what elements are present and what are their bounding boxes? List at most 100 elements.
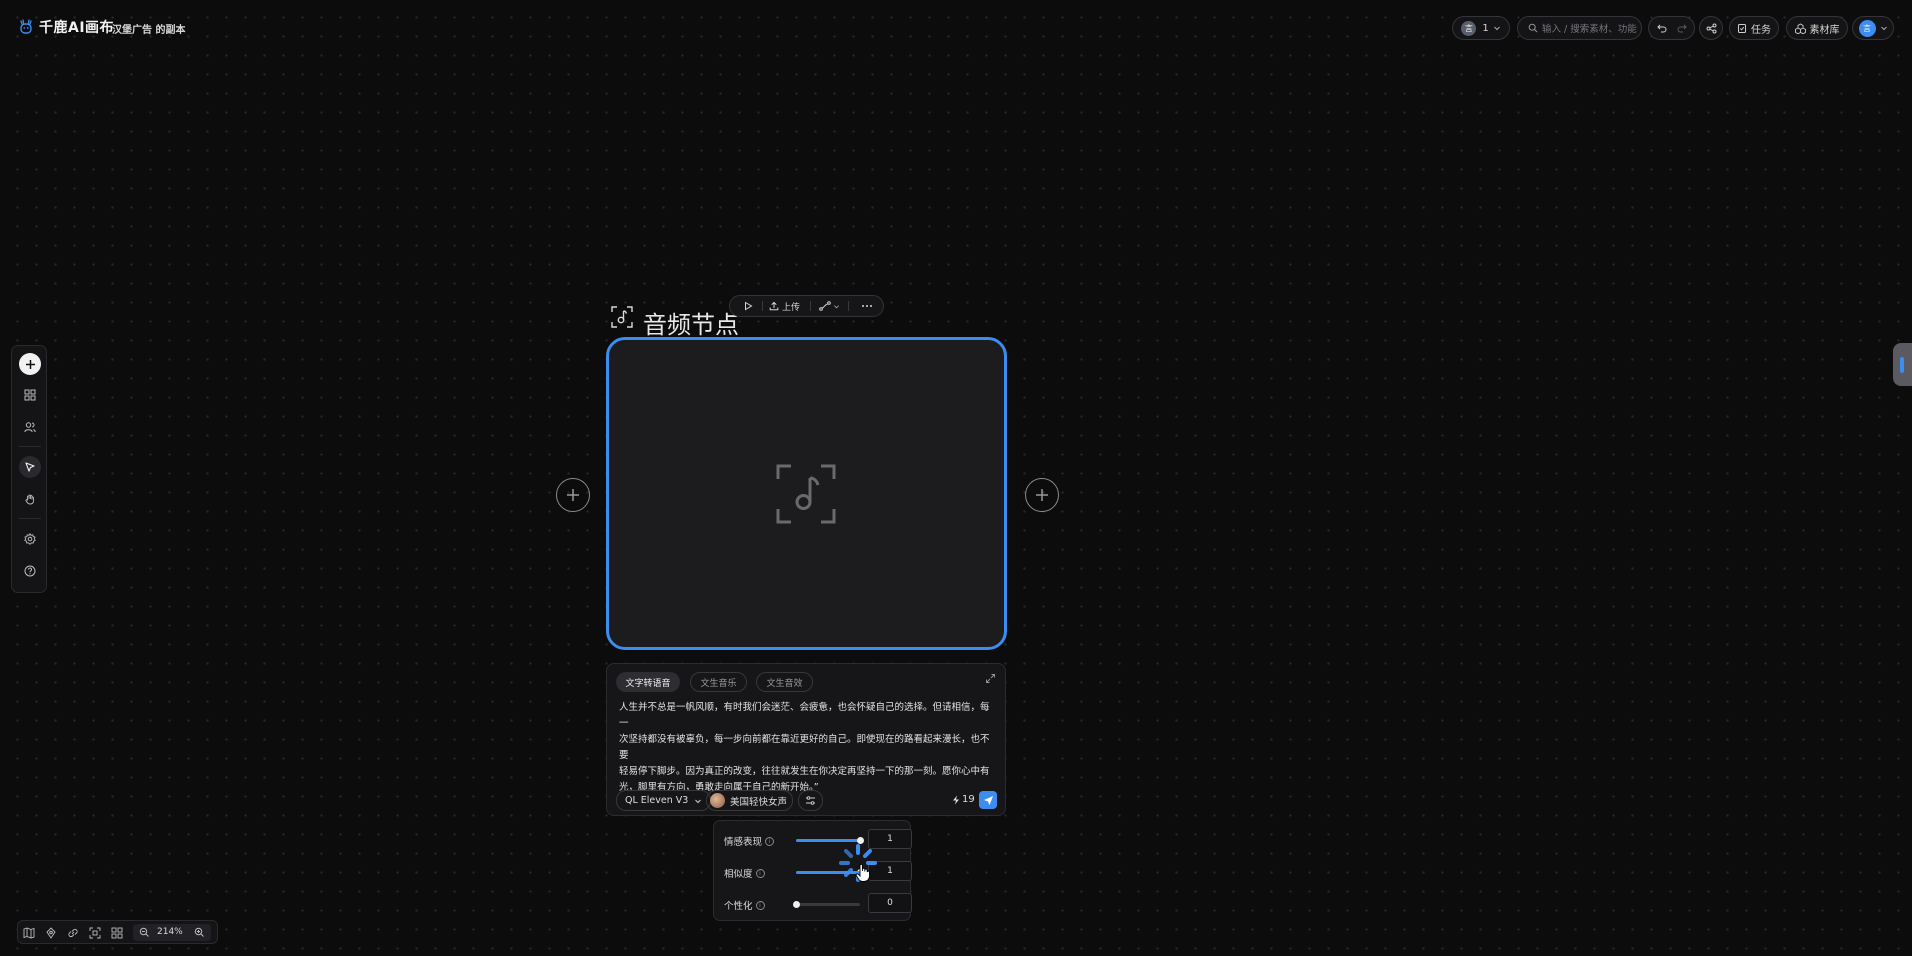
- slider-knob[interactable]: [792, 901, 800, 908]
- settings-button[interactable]: [19, 528, 41, 550]
- tab-text-to-music[interactable]: 文生音乐: [690, 672, 747, 692]
- upload-button[interactable]: 上传: [769, 300, 800, 313]
- plus-icon: [25, 359, 35, 369]
- voice-select[interactable]: 美国轻快女声: [706, 790, 794, 811]
- chevron-down-icon: [1493, 26, 1500, 31]
- link-icon[interactable]: [66, 926, 80, 940]
- zoom-level: 214%: [157, 927, 183, 937]
- chevron-down-icon: [695, 799, 702, 803]
- search-input[interactable]: 输入 / 搜索素材、功能: [1517, 16, 1642, 40]
- info-icon[interactable]: i: [765, 836, 775, 846]
- snap-icon[interactable]: [44, 926, 58, 940]
- tab-text-to-speech[interactable]: 文字转语音: [616, 672, 680, 692]
- chevron-down-icon: [834, 304, 840, 308]
- right-panel-toggle[interactable]: [1893, 343, 1912, 386]
- share-icon: [1706, 23, 1716, 33]
- slider-label-text: 个性化: [724, 901, 753, 912]
- connect-menu-button[interactable]: [819, 301, 840, 311]
- hand-cursor-icon: [855, 863, 870, 882]
- voice-avatar: [710, 793, 725, 808]
- upload-icon: [769, 301, 779, 311]
- zoom-in-icon[interactable]: [194, 927, 205, 938]
- toolbar-divider: [19, 446, 41, 447]
- prompt-text-line: 人生并不总是一帆风顺，有时我们会迷茫、会疲惫，也会怀疑自己的选择。但请相信，每一: [619, 702, 990, 729]
- credit-cost: 19: [952, 794, 975, 805]
- emotion-slider[interactable]: [796, 837, 864, 844]
- send-icon: [983, 795, 993, 805]
- voice-settings-button[interactable]: [798, 790, 823, 811]
- toolbar-divider: [848, 301, 850, 311]
- undo-icon[interactable]: [1656, 23, 1667, 33]
- tasks-label: 任务: [1751, 24, 1771, 36]
- personality-value-input[interactable]: 0: [868, 893, 912, 913]
- member-count: 1: [1482, 22, 1489, 34]
- clipboard-icon: [1738, 24, 1746, 33]
- hand-icon: [25, 494, 34, 505]
- fit-screen-icon[interactable]: [88, 926, 102, 940]
- map-icon[interactable]: [22, 926, 36, 940]
- info-icon[interactable]: i: [755, 900, 765, 910]
- model-select[interactable]: QL Eleven V3: [616, 790, 712, 811]
- select-tool-button[interactable]: [19, 456, 41, 478]
- bottom-toolbar: 214%: [17, 920, 218, 944]
- upload-label: 上传: [782, 302, 801, 313]
- question-icon: [24, 565, 36, 577]
- history-group: [1648, 16, 1695, 40]
- toolbar-divider: [762, 301, 763, 311]
- prompt-text-line: 次坚持都没有被辜负，每一步向前都在靠近更好的自己。即使现在的路看起来漫长，也不要: [619, 734, 990, 761]
- prompt-panel: 文字转语音 文生音乐 文生音效 人生并不总是一帆风顺，有时我们会迷茫、会疲惫，也…: [606, 663, 1006, 816]
- info-icon[interactable]: i: [755, 868, 765, 878]
- tasks-button[interactable]: 任务: [1729, 16, 1779, 40]
- hand-tool-button[interactable]: [19, 488, 41, 510]
- tab-text-to-sfx[interactable]: 文生音效: [756, 672, 813, 692]
- audio-node-icon: [611, 306, 633, 328]
- slider-label-emotion: 情感表现 i: [724, 834, 775, 848]
- node-toolbar: 上传: [729, 295, 884, 317]
- zoom-out-icon[interactable]: [139, 927, 150, 938]
- slider-label-text: 情感表现: [724, 837, 763, 848]
- lightning-icon: [953, 795, 959, 804]
- redo-icon[interactable]: [1677, 23, 1687, 33]
- slider-row-personality: 个性化 i 0: [724, 893, 912, 915]
- prompt-textarea[interactable]: 人生并不总是一帆风顺，有时我们会迷茫、会疲惫，也会怀疑自己的选择。但请相信，每一…: [619, 700, 995, 796]
- users-icon: [24, 422, 36, 433]
- toolbar-divider: [810, 301, 812, 311]
- curve-connect-icon: [819, 301, 831, 311]
- node-title[interactable]: 音频节点: [643, 305, 739, 340]
- right-panel-indicator: [1900, 357, 1904, 373]
- toolbar-divider: [19, 518, 41, 519]
- play-icon[interactable]: [743, 301, 753, 311]
- assets-button[interactable]: 素材库: [1786, 16, 1848, 40]
- sliders-icon: [806, 796, 815, 805]
- add-output-node-button[interactable]: [1025, 478, 1059, 512]
- grid-view-icon[interactable]: [110, 926, 124, 940]
- slider-fill: [796, 839, 860, 842]
- members-button[interactable]: 言 1: [1452, 16, 1510, 40]
- personality-slider[interactable]: [792, 901, 860, 908]
- generate-button[interactable]: [979, 791, 997, 809]
- project-title[interactable]: 汉堡广告 的副本: [112, 21, 185, 36]
- templates-button[interactable]: [19, 384, 41, 406]
- audio-node-card[interactable]: [606, 337, 1007, 650]
- user-avatar: 言: [1858, 19, 1876, 37]
- search-icon: [1528, 23, 1538, 33]
- expand-icon[interactable]: [985, 673, 996, 684]
- add-node-button[interactable]: [19, 353, 41, 375]
- search-placeholder: 输入 / 搜索素材、功能: [1542, 24, 1637, 35]
- share-button[interactable]: [1699, 16, 1723, 40]
- characters-button[interactable]: [19, 416, 41, 438]
- slider-label-text: 相似度: [724, 869, 753, 880]
- member-avatar: 言: [1461, 20, 1477, 36]
- user-menu[interactable]: 言: [1852, 16, 1894, 40]
- slider-label-similarity: 相似度 i: [724, 866, 765, 880]
- cubes-icon: [1794, 22, 1806, 34]
- grid-icon: [24, 389, 36, 401]
- logo-text: 千鹿AI画布: [39, 20, 115, 36]
- plus-icon: [567, 489, 579, 501]
- app-logo[interactable]: 千鹿AI画布: [18, 17, 114, 37]
- help-button[interactable]: [19, 560, 41, 582]
- more-icon[interactable]: [861, 304, 873, 308]
- cursor-icon: [25, 462, 35, 472]
- add-input-node-button[interactable]: [556, 478, 590, 512]
- gear-icon: [24, 533, 36, 545]
